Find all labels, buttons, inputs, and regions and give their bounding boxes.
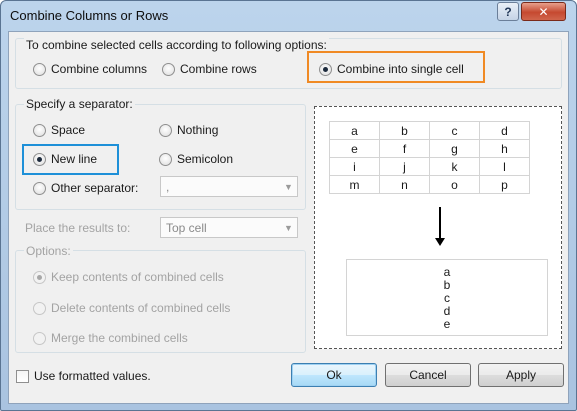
preview-grid-cell: p [479, 175, 530, 194]
radio-separator-semicolon[interactable]: Semicolon [159, 152, 233, 166]
radio-icon[interactable] [33, 62, 46, 76]
preview-grid-cell: c [429, 121, 480, 140]
radio-icon[interactable] [159, 123, 172, 137]
preview-grid-cell: m [329, 175, 380, 194]
down-arrow-icon [439, 207, 441, 240]
radio-label: New line [51, 152, 98, 166]
preview-grid: abcdefghijklmnop [329, 121, 530, 194]
preview-grid-cell: g [429, 139, 480, 158]
radio-label: Keep contents of combined cells [51, 270, 224, 284]
preview-grid-cell: j [379, 157, 430, 176]
radio-label: Combine columns [51, 62, 148, 76]
radio-separator-space[interactable]: Space [33, 123, 85, 137]
radio-combine-single-cell[interactable]: Combine into single cell [319, 62, 464, 76]
radio-label: Combine rows [180, 62, 257, 76]
separator-caption: Specify a separator: [24, 97, 135, 111]
radio-combine-rows[interactable]: Combine rows [162, 62, 257, 76]
cancel-button[interactable]: Cancel [385, 363, 471, 387]
preview-grid-row: efgh [329, 139, 530, 158]
dialog-body: To combine selected cells according to f… [8, 31, 569, 404]
radio-icon[interactable] [33, 270, 46, 284]
preview-result-cell: abcde [346, 259, 548, 336]
radio-label: Combine into single cell [337, 62, 464, 76]
help-button[interactable]: ? [497, 2, 519, 21]
radio-icon[interactable] [33, 152, 46, 166]
radio-combine-columns[interactable]: Combine columns [33, 62, 147, 76]
preview-grid-cell: k [429, 157, 480, 176]
preview-grid-row: ijkl [329, 157, 530, 176]
place-results-value[interactable]: Top cell [161, 221, 280, 235]
close-button[interactable]: ✕ [521, 2, 566, 21]
radio-label: Semicolon [177, 152, 234, 166]
checkbox-label: Use formatted values. [34, 369, 151, 383]
combine-options-caption: To combine selected cells according to f… [24, 38, 329, 52]
preview-grid-cell: f [379, 139, 430, 158]
radio-icon[interactable] [159, 152, 172, 166]
preview-grid-row: abcd [329, 121, 530, 140]
chevron-down-icon[interactable]: ▼ [280, 177, 297, 196]
help-icon: ? [504, 4, 512, 19]
chevron-down-icon[interactable]: ▼ [280, 218, 297, 237]
other-separator-combo[interactable]: , ▼ [160, 176, 298, 197]
apply-button[interactable]: Apply [478, 363, 564, 387]
place-results-label: Place the results to: [25, 221, 131, 235]
radio-label: Merge the combined cells [51, 331, 188, 345]
radio-icon[interactable] [33, 301, 46, 315]
radio-label: Space [51, 123, 86, 137]
radio-delete-contents[interactable]: Delete contents of combined cells [33, 301, 230, 315]
radio-merge-cells[interactable]: Merge the combined cells [33, 331, 188, 345]
radio-separator-nothing[interactable]: Nothing [159, 123, 218, 137]
radio-icon[interactable] [33, 331, 46, 345]
radio-icon[interactable] [162, 62, 175, 76]
checkbox-icon[interactable] [16, 369, 29, 383]
preview-grid-cell: b [379, 121, 430, 140]
radio-keep-contents[interactable]: Keep contents of combined cells [33, 270, 224, 284]
other-separator-value[interactable]: , [161, 180, 280, 194]
radio-icon[interactable] [33, 181, 46, 195]
down-arrow-head [435, 238, 445, 246]
radio-label: Nothing [177, 123, 219, 137]
preview-grid-cell: l [479, 157, 530, 176]
use-formatted-values-checkbox[interactable]: Use formatted values. [16, 369, 151, 383]
radio-icon[interactable] [319, 62, 332, 76]
title-bar[interactable]: Combine Columns or Rows ? ✕ [1, 1, 576, 31]
dialog-title: Combine Columns or Rows [10, 8, 169, 23]
preview-grid-row: mnop [329, 175, 530, 194]
ok-button[interactable]: Ok [291, 363, 377, 387]
preview-grid-cell: o [429, 175, 480, 194]
dialog-window: Combine Columns or Rows ? ✕ To combine s… [0, 0, 577, 411]
close-icon: ✕ [538, 4, 549, 19]
preview-result-line: e [443, 317, 451, 331]
preview-grid-cell: i [329, 157, 380, 176]
preview-grid-cell: n [379, 175, 430, 194]
preview-grid-cell: e [329, 139, 380, 158]
place-results-combo[interactable]: Top cell ▼ [160, 217, 298, 238]
preview-grid-cell: a [329, 121, 380, 140]
radio-separator-other[interactable]: Other separator: [33, 181, 138, 195]
preview-grid-cell: h [479, 139, 530, 158]
radio-label: Delete contents of combined cells [51, 301, 231, 315]
radio-separator-new-line[interactable]: New line [33, 152, 97, 166]
options-caption: Options: [24, 244, 73, 258]
radio-label: Other separator: [51, 181, 139, 195]
radio-icon[interactable] [33, 123, 46, 137]
preview-panel: abcdefghijklmnop abcde [314, 106, 562, 349]
preview-grid-cell: d [479, 121, 530, 140]
